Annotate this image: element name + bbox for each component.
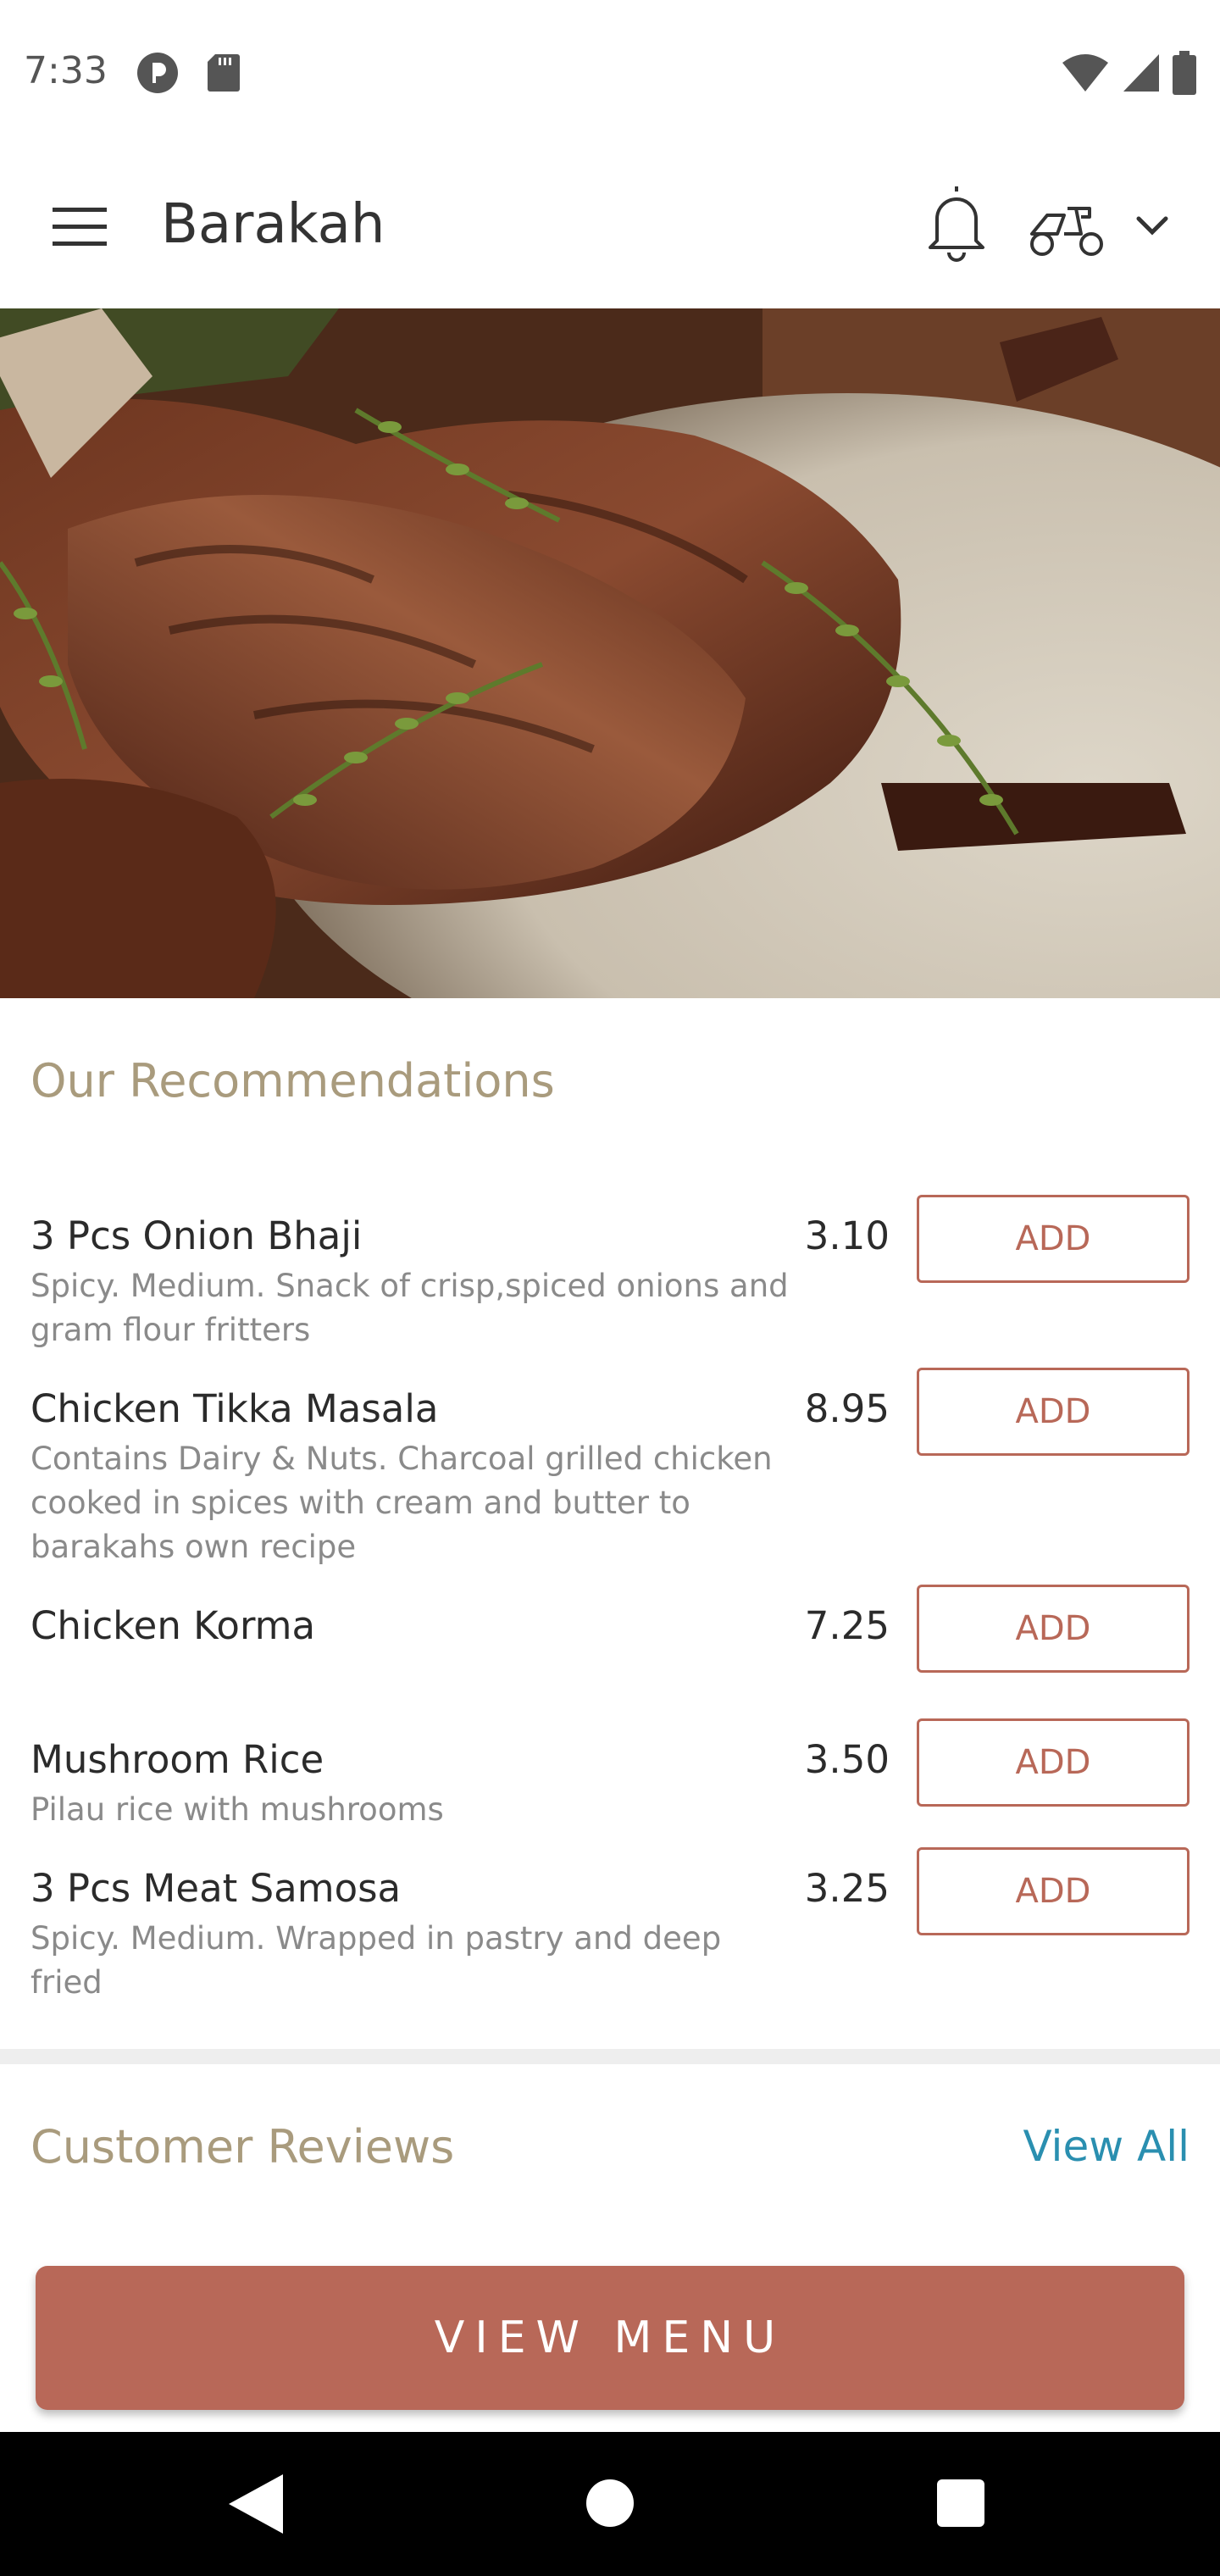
hamburger-menu-button[interactable] bbox=[41, 192, 119, 263]
menu-item-name: Mushroom Rice bbox=[30, 1737, 324, 1782]
recommendations-title: Our Recommendations bbox=[30, 1054, 555, 1108]
lamb-chops-image bbox=[0, 308, 1220, 998]
hamburger-menu-icon bbox=[53, 208, 107, 246]
system-navigation-bar bbox=[0, 2432, 1220, 2576]
status-icons-right bbox=[1061, 51, 1196, 95]
add-button[interactable]: ADD bbox=[917, 1368, 1190, 1456]
delivery-mode-dropdown[interactable] bbox=[1127, 200, 1178, 251]
recent-apps-icon[interactable] bbox=[937, 2479, 984, 2527]
menu-item-description: Pilau rice with mushrooms bbox=[30, 1791, 444, 1828]
delivery-mode-button[interactable] bbox=[1025, 193, 1110, 261]
hero-image bbox=[0, 308, 1220, 998]
menu-item-price: 3.25 bbox=[804, 1866, 890, 1911]
data-saver-icon bbox=[137, 53, 178, 93]
menu-item-description: Contains Dairy & Nuts. Charcoal grilled … bbox=[30, 1441, 773, 1565]
menu-item-name: 3 Pcs Meat Samosa bbox=[30, 1866, 402, 1911]
menu-item-name: 3 Pcs Onion Bhaji bbox=[30, 1213, 363, 1258]
sd-card-icon bbox=[208, 54, 240, 92]
menu-item-price: 3.50 bbox=[804, 1737, 890, 1782]
view-all-reviews-link[interactable]: View All bbox=[1023, 2122, 1190, 2171]
view-menu-button[interactable]: VIEW MENU bbox=[36, 2266, 1184, 2410]
add-button[interactable]: ADD bbox=[917, 1847, 1190, 1935]
status-bar: 7:33 bbox=[0, 0, 1220, 146]
notifications-button[interactable] bbox=[918, 180, 995, 264]
wifi-icon bbox=[1062, 54, 1108, 92]
home-icon[interactable] bbox=[586, 2479, 634, 2527]
menu-item-price: 3.10 bbox=[804, 1213, 890, 1258]
status-time: 7:33 bbox=[24, 49, 108, 92]
chevron-down-icon bbox=[1136, 216, 1168, 236]
app-bar: Barakah bbox=[0, 146, 1220, 308]
menu-item-name: Chicken Tikka Masala bbox=[30, 1386, 439, 1431]
back-icon[interactable] bbox=[225, 2473, 286, 2535]
reviews-title: Customer Reviews bbox=[30, 2120, 455, 2174]
add-button[interactable]: ADD bbox=[917, 1585, 1190, 1673]
menu-item-description: Spicy. Medium. Wrapped in pastry and dee… bbox=[30, 1920, 722, 2001]
menu-item-description: Spicy. Medium. Snack of crisp,spiced oni… bbox=[30, 1268, 789, 1348]
bell-icon bbox=[929, 186, 984, 262]
add-button[interactable]: ADD bbox=[917, 1718, 1190, 1807]
menu-item-price: 7.25 bbox=[804, 1603, 890, 1648]
menu-item-price: 8.95 bbox=[804, 1386, 890, 1431]
scooter-icon bbox=[1030, 207, 1103, 256]
section-divider bbox=[0, 2049, 1220, 2064]
app-title: Barakah bbox=[161, 193, 385, 256]
battery-icon bbox=[1173, 51, 1196, 95]
add-button[interactable]: ADD bbox=[917, 1195, 1190, 1283]
menu-item-name: Chicken Korma bbox=[30, 1603, 316, 1648]
signal-icon bbox=[1123, 54, 1159, 92]
